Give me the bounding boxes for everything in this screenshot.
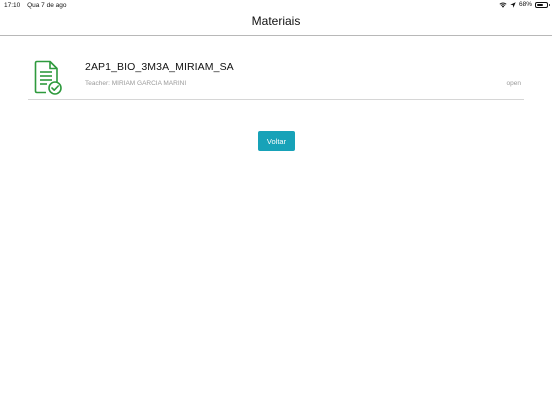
document-check-icon (34, 60, 62, 95)
screen: 17:10 Qua 7 de ago 68% Materiais 2AP1_BI… (0, 0, 552, 414)
back-button[interactable]: Voltar (258, 131, 295, 151)
wifi-icon (499, 2, 507, 8)
battery-fill (537, 3, 544, 6)
battery-icon (535, 1, 550, 8)
page-title: Materiais (251, 14, 301, 28)
location-arrow-icon (510, 1, 516, 8)
material-teacher: Teacher: MIRIAM GARCIA MARINI (85, 80, 187, 87)
status-right: 68% (499, 1, 550, 8)
status-date: Qua 7 de ago (27, 2, 67, 9)
material-title: 2AP1_BIO_3M3A_MIRIAM_SA (85, 61, 234, 73)
status-left: 17:10 Qua 7 de ago (4, 2, 72, 9)
battery-percent: 68% (518, 1, 532, 8)
status-bar: 17:10 Qua 7 de ago 68% (0, 0, 552, 12)
status-time: 17:10 (4, 2, 21, 9)
nav-bar: Materiais (0, 12, 552, 36)
material-list-item[interactable]: 2AP1_BIO_3M3A_MIRIAM_SA Teacher: MIRIAM … (28, 52, 524, 100)
battery-tip (548, 3, 550, 6)
material-status: open (506, 80, 521, 87)
